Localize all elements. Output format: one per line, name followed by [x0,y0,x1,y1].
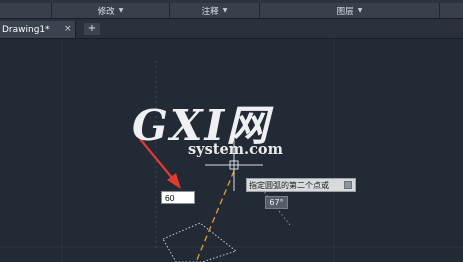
angle-readout: 67° [265,196,288,209]
tooltip-keyboard-icon[interactable] [344,181,352,189]
command-prompt-text: 指定圆弧的第二个点或 [249,180,329,190]
tab-drawing1-label: Drawing1* [2,24,50,35]
selection-preview-outline [162,222,238,262]
ribbon-panel-right-edge [440,3,463,18]
ribbon-panel-modify[interactable]: 修改 ▼ [52,3,170,18]
cad-window: 修改 ▼ 注释 ▼ 图层 ▼ Drawing1* × + GXI网 system… [0,0,463,262]
document-tab-bar: Drawing1* × + [0,19,463,39]
ribbon-panel-modify-label: 修改 [97,6,115,17]
close-icon[interactable]: × [64,24,72,34]
command-prompt-tooltip: 指定圆弧的第二个点或 [246,178,356,192]
ribbon-panel-layers[interactable]: 图层 ▼ [260,3,440,18]
watermark-site: system.com [188,141,283,158]
chevron-down-icon[interactable]: ▼ [358,7,363,14]
ribbon-panel-bar: 修改 ▼ 注释 ▼ 图层 ▼ [0,0,463,19]
ribbon-panel-layers-label: 图层 [336,6,354,17]
chevron-down-icon[interactable]: ▼ [223,7,228,14]
tab-drawing1[interactable]: Drawing1* × [0,21,76,38]
ribbon-panel-left-edge [0,3,52,18]
new-tab-button[interactable]: + [84,23,100,35]
ribbon-panel-annotate-label: 注释 [201,6,219,17]
dynamic-input-field[interactable]: 60 [161,191,195,204]
chevron-down-icon[interactable]: ▼ [119,7,124,14]
drawing-canvas[interactable]: GXI网 system.com [0,39,463,262]
arc-preview-line [195,170,235,262]
ribbon-panel-annotate[interactable]: 注释 ▼ [170,3,260,18]
